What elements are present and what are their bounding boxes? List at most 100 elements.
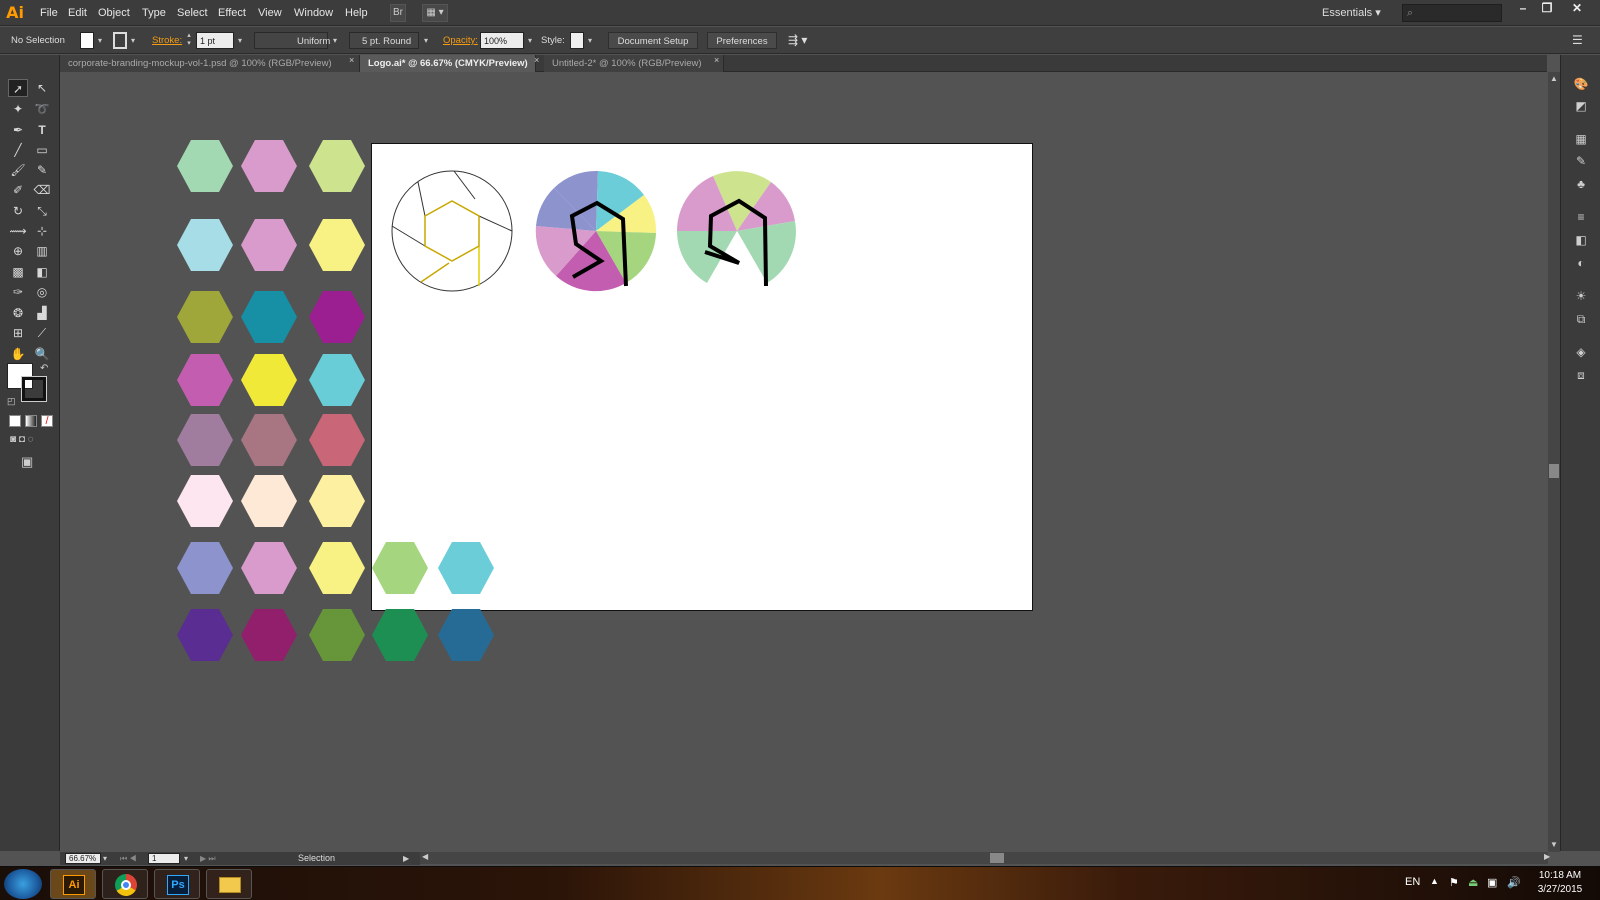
menu-view[interactable]: View bbox=[252, 0, 288, 26]
show-hidden-icons-icon[interactable]: ▲ bbox=[1430, 876, 1439, 886]
opacity-field[interactable]: 100% bbox=[480, 32, 524, 49]
current-tool-status[interactable]: Selection bbox=[298, 852, 335, 865]
hexagon-swatch[interactable] bbox=[241, 291, 297, 343]
align-options-icon[interactable]: ⇶ ▾ bbox=[788, 32, 807, 49]
direct-selection-tool-icon[interactable]: ↖ bbox=[32, 79, 52, 97]
menu-window[interactable]: Window bbox=[288, 0, 339, 26]
swap-fill-stroke-icon[interactable]: ↶ bbox=[40, 363, 48, 374]
language-indicator[interactable]: EN bbox=[1405, 876, 1420, 888]
none-mode-icon[interactable]: / bbox=[41, 415, 53, 427]
stroke-dropdown-icon[interactable]: ▾ bbox=[128, 32, 138, 49]
menu-type[interactable]: Type bbox=[136, 0, 172, 26]
document-setup-button[interactable]: Document Setup bbox=[608, 32, 698, 49]
hexagon-swatch[interactable] bbox=[309, 542, 365, 594]
brushes-panel-icon[interactable]: ✎ bbox=[1571, 152, 1591, 170]
clock-date[interactable]: 3/27/2015 bbox=[1535, 884, 1585, 895]
hexagon-swatch[interactable] bbox=[309, 140, 365, 192]
hexagon-swatch[interactable] bbox=[177, 542, 233, 594]
menu-effect[interactable]: Effect bbox=[212, 0, 252, 26]
hexagon-swatch[interactable] bbox=[177, 140, 233, 192]
stroke-color-icon[interactable] bbox=[21, 376, 47, 402]
clock-time[interactable]: 10:18 AM bbox=[1535, 870, 1585, 881]
default-fill-stroke-icon[interactable]: ◰ bbox=[7, 396, 16, 407]
brush-definition[interactable]: 5 pt. Round bbox=[349, 32, 419, 49]
menu-help[interactable]: Help bbox=[339, 0, 374, 26]
scroll-up-icon[interactable]: ▲ bbox=[1550, 74, 1558, 83]
hexagon-swatch[interactable] bbox=[372, 609, 428, 661]
width-tool-icon[interactable]: ⟿ bbox=[8, 222, 28, 240]
taskbar-photoshop[interactable]: Ps bbox=[154, 869, 200, 899]
close-tab-icon[interactable]: × bbox=[714, 55, 719, 65]
artboard-tool-icon[interactable]: ⊞ bbox=[8, 324, 28, 342]
screen-mode-icon[interactable]: ▣ bbox=[21, 454, 33, 470]
vertical-scroll-thumb[interactable] bbox=[1549, 464, 1559, 478]
tab-untitled-2[interactable]: Untitled-2* @ 100% (RGB/Preview) bbox=[544, 55, 724, 72]
restore-button[interactable]: ❐ bbox=[1536, 0, 1558, 18]
stroke-panel-icon[interactable]: ≡ bbox=[1571, 208, 1591, 226]
menu-object[interactable]: Object bbox=[92, 0, 136, 26]
type-tool-icon[interactable]: T bbox=[32, 121, 52, 139]
fill-swatch[interactable] bbox=[80, 32, 94, 49]
menu-edit[interactable]: Edit bbox=[62, 0, 93, 26]
style-swatch[interactable] bbox=[570, 32, 584, 49]
horizontal-scroll-thumb[interactable] bbox=[990, 853, 1004, 863]
stroke-swatch[interactable] bbox=[113, 32, 127, 49]
network-icon[interactable]: ▣ bbox=[1487, 876, 1497, 889]
workspace-switcher[interactable]: Essentials ▾ bbox=[1322, 4, 1392, 22]
profile-dropdown-icon[interactable]: ▾ bbox=[330, 32, 340, 49]
stroke-stepper-icon[interactable]: ▴ ▾ bbox=[184, 32, 194, 49]
close-tab-icon[interactable]: × bbox=[349, 55, 354, 65]
color-mode-icon[interactable] bbox=[9, 415, 21, 427]
hexagon-swatch[interactable] bbox=[309, 475, 365, 527]
paintbrush-tool-icon[interactable]: 🖌 bbox=[8, 161, 28, 179]
artboard-number-field[interactable]: 1 bbox=[148, 853, 180, 864]
hexagon-swatch[interactable] bbox=[177, 609, 233, 661]
stroke-weight-dropdown-icon[interactable]: ▾ bbox=[235, 32, 245, 49]
style-dropdown-icon[interactable]: ▾ bbox=[585, 32, 595, 49]
hexagon-swatch[interactable] bbox=[177, 354, 233, 406]
first-artboard-icon[interactable]: ⏮ ◀ bbox=[120, 852, 137, 865]
horizontal-scrollbar[interactable]: ◀ ▶ bbox=[420, 852, 1550, 864]
hexagon-swatch[interactable] bbox=[309, 354, 365, 406]
last-artboard-icon[interactable]: ▶ ⏭ bbox=[200, 852, 216, 865]
mesh-tool-icon[interactable]: ▩ bbox=[8, 263, 28, 281]
scale-tool-icon[interactable]: ⤡ bbox=[32, 202, 52, 220]
draw-mode-icon[interactable]: ◙ ◘ ◌ bbox=[10, 434, 34, 445]
zoom-tool-icon[interactable]: 🔍 bbox=[32, 345, 52, 363]
fill-dropdown-icon[interactable]: ▾ bbox=[95, 32, 105, 49]
taskbar-explorer[interactable] bbox=[206, 869, 252, 899]
line-tool-icon[interactable]: ╱ bbox=[8, 141, 28, 159]
rectangle-tool-icon[interactable]: ▭ bbox=[32, 141, 52, 159]
perspective-grid-tool-icon[interactable]: ▥ bbox=[32, 242, 52, 260]
hand-tool-icon[interactable]: ✋ bbox=[8, 345, 28, 363]
gradient-mode-icon[interactable] bbox=[25, 415, 37, 427]
graphic-styles-panel-icon[interactable]: ⧉ bbox=[1571, 310, 1591, 328]
color-panel-icon[interactable]: 🎨 bbox=[1571, 75, 1591, 93]
transparency-panel-icon[interactable]: ◐ bbox=[1571, 254, 1591, 272]
taskbar-chrome[interactable] bbox=[102, 869, 148, 899]
menu-select[interactable]: Select bbox=[171, 0, 214, 26]
opacity-dropdown-icon[interactable]: ▾ bbox=[525, 32, 535, 49]
close-button[interactable]: ✕ bbox=[1566, 0, 1588, 18]
start-button[interactable] bbox=[4, 869, 42, 899]
status-menu-icon[interactable]: ▶ bbox=[403, 852, 409, 865]
volume-icon[interactable]: 🔊 bbox=[1507, 876, 1521, 889]
scroll-right-icon[interactable]: ▶ bbox=[1544, 852, 1550, 861]
zoom-field[interactable]: 66.67% bbox=[65, 853, 101, 864]
column-graph-tool-icon[interactable]: ▟ bbox=[32, 304, 52, 322]
hexagon-swatch[interactable] bbox=[241, 609, 297, 661]
action-center-flag-icon[interactable]: ⚑ bbox=[1449, 876, 1459, 889]
scroll-left-icon[interactable]: ◀ bbox=[422, 852, 428, 861]
bridge-button[interactable]: Br bbox=[390, 4, 406, 22]
slice-tool-icon[interactable]: ⟋ bbox=[32, 324, 52, 342]
magic-wand-tool-icon[interactable]: ✦ bbox=[8, 100, 28, 118]
tab-corporate-branding[interactable]: corporate-branding-mockup-vol-1.psd @ 10… bbox=[60, 55, 360, 72]
appearance-panel-icon[interactable]: ☀ bbox=[1571, 287, 1591, 305]
hexagon-swatch[interactable] bbox=[241, 219, 297, 271]
search-input[interactable]: ⌕ bbox=[1402, 4, 1502, 22]
gradient-panel-icon[interactable]: ◧ bbox=[1571, 231, 1591, 249]
pen-tool-icon[interactable]: ✒ bbox=[8, 121, 28, 139]
color-guide-icon[interactable]: ◩ bbox=[1571, 97, 1591, 115]
hexagon-swatch[interactable] bbox=[177, 414, 233, 466]
rotate-tool-icon[interactable]: ↻ bbox=[8, 202, 28, 220]
